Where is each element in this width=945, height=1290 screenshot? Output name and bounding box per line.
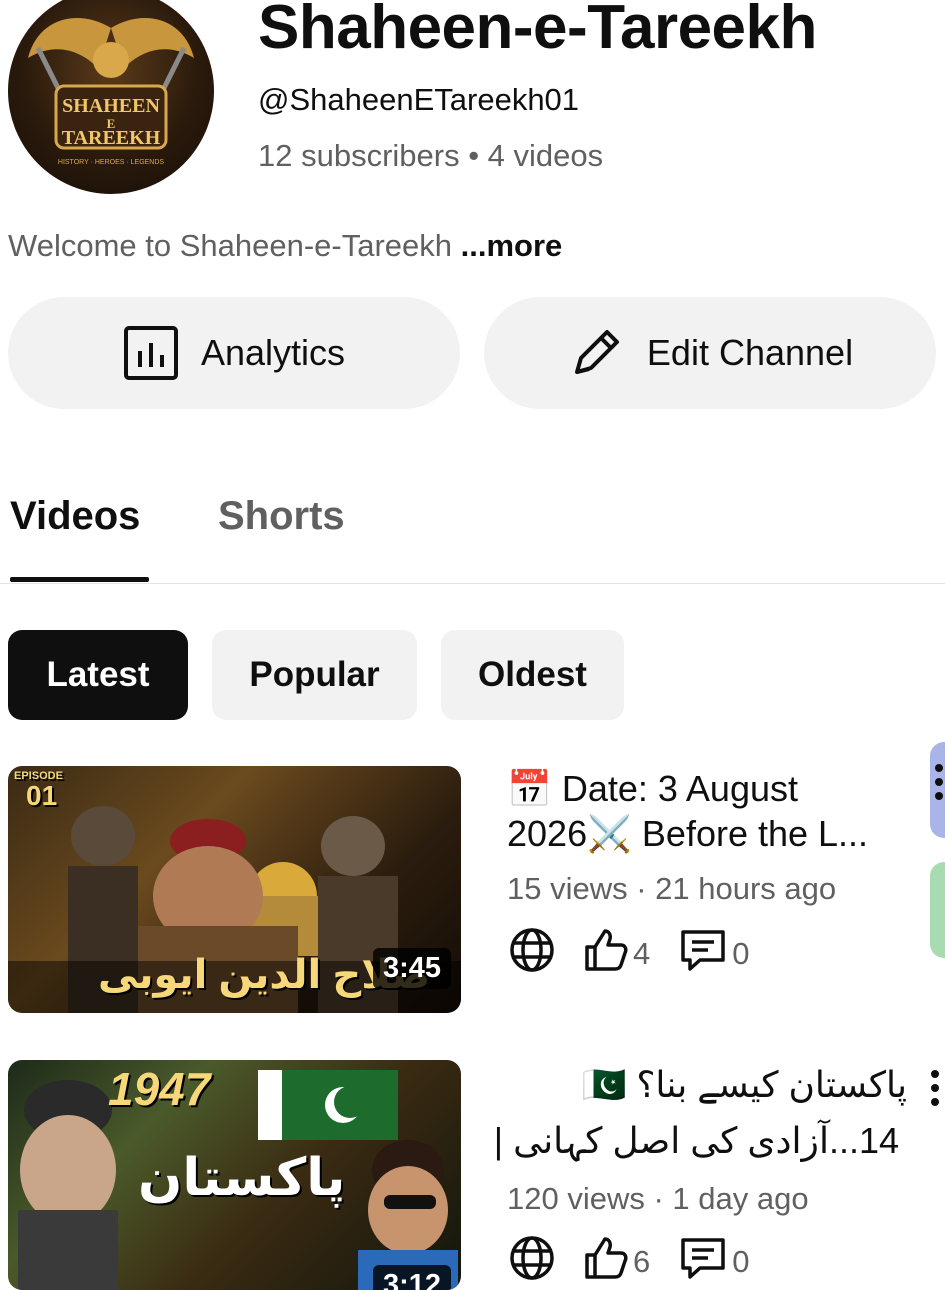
more-link[interactable]: ...more — [461, 228, 563, 263]
svg-text:HISTORY · HEROES · LEGENDS: HISTORY · HEROES · LEGENDS — [58, 159, 165, 166]
more-options-icon[interactable] — [928, 1070, 942, 1106]
chip-oldest[interactable]: Oldest — [441, 630, 624, 720]
video-title-line1[interactable]: پاکستان کیسے بنا؟ 🇵🇰 — [507, 1064, 907, 1106]
video-duration: 3:12 — [372, 1265, 451, 1290]
video-title-line1[interactable]: 📅 Date: 3 August — [507, 768, 798, 810]
comment-count: 0 — [732, 936, 750, 971]
chip-popular[interactable]: Popular — [212, 630, 417, 720]
channel-description[interactable]: Welcome to Shaheen-e-Tareekh ...more — [8, 228, 562, 264]
channel-name: Shaheen-e-Tareekh — [258, 0, 817, 62]
thumbnail-title: پاکستان — [138, 1149, 346, 1207]
floating-side-tab[interactable] — [930, 742, 945, 838]
tab-divider — [0, 583, 945, 584]
analytics-label: Analytics — [200, 332, 346, 373]
video-meta: 15 views · 21 hours ago — [507, 871, 837, 906]
thumbnail-year: 1947 — [108, 1063, 211, 1115]
video-stats-row: 6 0 — [507, 1234, 750, 1290]
eagle-logo-icon: SHAHEEN E TAREEKH HISTORY · HEROES · LEG… — [28, 18, 194, 166]
like-count: 4 — [633, 936, 651, 971]
comment-icon — [678, 927, 728, 981]
like-count: 6 — [633, 1244, 651, 1279]
comment-count: 0 — [732, 1244, 750, 1279]
globe-icon — [507, 1234, 557, 1290]
channel-stats: 12 subscribers • 4 videos — [258, 138, 604, 173]
video-title-line2[interactable]: 14...آزادی کی اصل کہانی | — [494, 1120, 899, 1162]
pencil-icon — [567, 324, 625, 382]
channel-avatar[interactable]: SHAHEEN E TAREEKH HISTORY · HEROES · LEG… — [8, 0, 214, 194]
edit-channel-label: Edit Channel — [646, 332, 854, 373]
episode-number: 01 — [26, 780, 58, 811]
tab-videos[interactable]: Videos — [10, 494, 140, 539]
video-thumbnail[interactable]: 1947 پاکستان 3:12 — [8, 1060, 461, 1290]
more-options-icon — [932, 764, 945, 800]
edit-channel-button[interactable]: Edit Channel — [484, 297, 936, 409]
video-stats-row: 4 0 — [507, 926, 750, 982]
thumbs-up-icon — [583, 927, 629, 981]
tab-shorts[interactable]: Shorts — [218, 494, 345, 539]
video-thumbnail[interactable]: EPISODE 01 صلاح الدین ایوبی 3:45 — [8, 766, 461, 1013]
channel-handle: @ShaheenETareekh01 — [258, 82, 580, 117]
svg-text:TAREEKH: TAREEKH — [62, 127, 161, 149]
video-duration: 3:45 — [372, 948, 451, 989]
floating-side-tab[interactable] — [930, 862, 945, 958]
video-meta: 120 views · 1 day ago — [507, 1181, 809, 1216]
active-tab-indicator — [10, 577, 149, 582]
analytics-button[interactable]: Analytics — [8, 297, 460, 409]
video-title-line2[interactable]: 2026⚔️ Before the L... — [507, 813, 868, 855]
bar-chart-icon — [123, 325, 179, 381]
globe-icon — [507, 926, 557, 982]
comment-icon — [678, 1235, 728, 1289]
chip-latest[interactable]: Latest — [8, 630, 188, 720]
svg-text:SHAHEEN: SHAHEEN — [62, 95, 160, 117]
description-text: Welcome to Shaheen-e-Tareekh — [8, 228, 461, 263]
thumbs-up-icon — [583, 1235, 629, 1289]
